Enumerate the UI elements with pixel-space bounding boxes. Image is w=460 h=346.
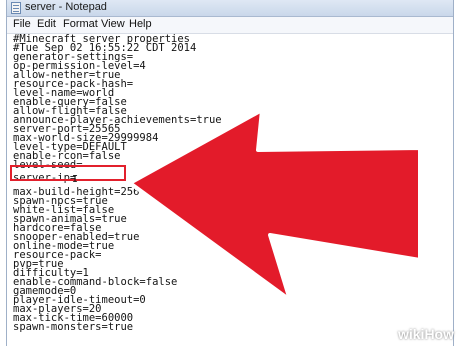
annotation-arrow-shape	[128, 108, 422, 302]
red-arrow-icon	[128, 108, 422, 302]
watermark-logo: wikiHow	[397, 326, 454, 342]
